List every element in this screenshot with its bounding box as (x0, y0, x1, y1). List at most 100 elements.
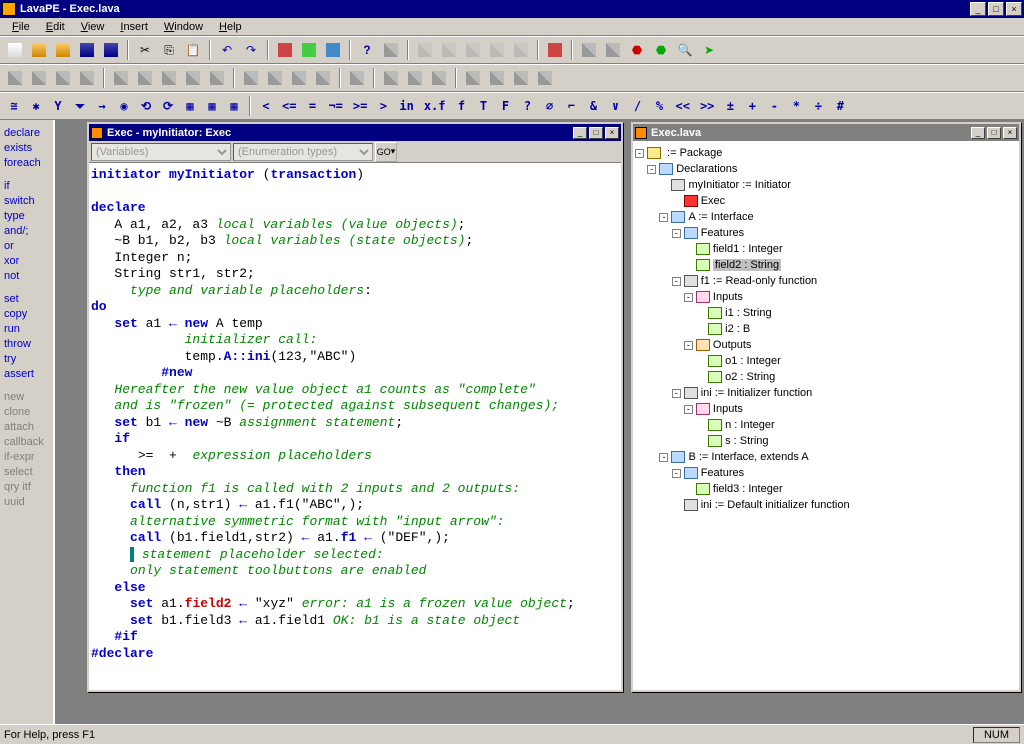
kw-switch[interactable]: switch (4, 194, 49, 209)
code-line[interactable]: #declare (91, 646, 619, 663)
menu-insert[interactable]: Insert (112, 20, 156, 34)
kw-type[interactable]: type (4, 209, 49, 224)
run-icon[interactable]: ➤ (698, 40, 720, 60)
tree-node[interactable]: n : Integer (635, 417, 1017, 433)
maximize-button[interactable]: □ (988, 2, 1004, 16)
expr-5[interactable]: ◉ (114, 96, 134, 116)
editor-body[interactable]: initiator myInitiator (transaction) decl… (89, 163, 621, 690)
code-line[interactable]: set a1.field2 ← "xyz" error: a1 is a fro… (91, 596, 619, 613)
code-line[interactable]: initiator myInitiator (transaction) (91, 167, 619, 184)
expr-7[interactable]: ⟳ (158, 96, 178, 116)
expr-31[interactable]: >> (696, 96, 718, 116)
code-line[interactable]: statement placeholder selected: (91, 547, 619, 564)
tb2-btn-8[interactable] (182, 68, 204, 88)
tree-node[interactable]: i2 : B (635, 321, 1017, 337)
tb-g-icon[interactable] (462, 40, 484, 60)
saveall-icon[interactable] (100, 40, 122, 60)
redo-icon[interactable]: ↷ (240, 40, 262, 60)
kw-or[interactable]: or (4, 239, 49, 254)
tree-node[interactable]: -Features (635, 225, 1017, 241)
kw-if[interactable]: if (4, 179, 49, 194)
code-line[interactable]: set b1 ← new ~B assignment statement; (91, 415, 619, 432)
code-line[interactable]: only statement toolbuttons are enabled (91, 563, 619, 580)
tree-node[interactable]: field1 : Integer (635, 241, 1017, 257)
tree-node[interactable]: -A := Interface (635, 209, 1017, 225)
tb2-btn-19[interactable] (404, 68, 426, 88)
kw-declare[interactable]: declare (4, 126, 49, 141)
tb-a-icon[interactable] (274, 40, 296, 60)
expr-35[interactable]: * (786, 96, 806, 116)
tb2-btn-11[interactable] (240, 68, 262, 88)
expr-0[interactable]: ≅ (4, 96, 24, 116)
tb-k-icon[interactable] (578, 40, 600, 60)
open-icon[interactable] (28, 40, 50, 60)
tree-node[interactable]: - := Package (635, 145, 1017, 161)
code-line[interactable]: ~B b1, b2, b3 local variables (state obj… (91, 233, 619, 250)
tb2-btn-16[interactable] (346, 68, 368, 88)
tree-node[interactable]: -f1 := Read-only function (635, 273, 1017, 289)
tb2-btn-2[interactable] (52, 68, 74, 88)
code-line[interactable]: set a1 ← new A temp (91, 316, 619, 333)
tb2-btn-18[interactable] (380, 68, 402, 88)
expr-25[interactable]: ⌐ (562, 96, 582, 116)
editor-window[interactable]: Exec - myInitiator: Exec _ □ × (Variable… (87, 122, 623, 692)
code-line[interactable]: set b1.field3 ← a1.field1 OK: b1 is a st… (91, 613, 619, 630)
tree-close-button[interactable]: × (1003, 127, 1017, 139)
expr-3[interactable]: ⏷ (70, 96, 90, 116)
editor-max-button[interactable]: □ (589, 127, 603, 139)
kw-set[interactable]: set (4, 292, 49, 307)
tb2-btn-23[interactable] (486, 68, 508, 88)
code-line[interactable]: declare (91, 200, 619, 217)
bug-green-icon[interactable]: ⬣ (650, 40, 672, 60)
tree-node[interactable]: -Features (635, 465, 1017, 481)
code-line[interactable]: Integer n; (91, 250, 619, 267)
tree-min-button[interactable]: _ (971, 127, 985, 139)
tree-node[interactable]: o2 : String (635, 369, 1017, 385)
expr-37[interactable]: # (830, 96, 850, 116)
tb2-btn-9[interactable] (206, 68, 228, 88)
cut-icon[interactable]: ✂ (134, 40, 156, 60)
code-line[interactable]: then (91, 464, 619, 481)
tb-f-icon[interactable] (438, 40, 460, 60)
tree-node[interactable]: field2 : String (635, 257, 1017, 273)
tb2-btn-0[interactable] (4, 68, 26, 88)
menu-window[interactable]: Window (156, 20, 211, 34)
expr-24[interactable]: ∅ (540, 96, 560, 116)
undo-icon[interactable]: ↶ (216, 40, 238, 60)
tb2-btn-20[interactable] (428, 68, 450, 88)
tb-j-icon[interactable] (544, 40, 566, 60)
copy-icon[interactable]: ⎘ (158, 40, 180, 60)
code-line[interactable]: type and variable placeholders: (91, 283, 619, 300)
new-icon[interactable] (4, 40, 26, 60)
tb-i-icon[interactable] (510, 40, 532, 60)
code-line[interactable]: call (n,str1) ← a1.f1("ABC",); (91, 497, 619, 514)
expr-1[interactable]: ✱ (26, 96, 46, 116)
tree-max-button[interactable]: □ (987, 127, 1001, 139)
tree-node[interactable]: s : String (635, 433, 1017, 449)
expr-33[interactable]: + (742, 96, 762, 116)
tb-b-icon[interactable] (298, 40, 320, 60)
expr-8[interactable]: ▦ (180, 96, 200, 116)
expr-21[interactable]: T (474, 96, 494, 116)
menu-file[interactable]: File (4, 20, 38, 34)
kw-throw[interactable]: throw (4, 337, 49, 352)
kw-exists[interactable]: exists (4, 141, 49, 156)
code-line[interactable] (91, 184, 619, 201)
code-line[interactable]: #new (91, 365, 619, 382)
tree-node[interactable]: i1 : String (635, 305, 1017, 321)
expr-4[interactable]: → (92, 96, 112, 116)
minimize-button[interactable]: _ (970, 2, 986, 16)
expr-23[interactable]: ? (518, 96, 538, 116)
save-icon[interactable] (76, 40, 98, 60)
code-line[interactable]: initializer call: (91, 332, 619, 349)
expr-28[interactable]: / (628, 96, 648, 116)
code-line[interactable]: A a1, a2, a3 local variables (value obje… (91, 217, 619, 234)
menu-edit[interactable]: Edit (38, 20, 73, 34)
code-area[interactable]: initiator myInitiator (transaction) decl… (89, 163, 621, 666)
tree-node[interactable]: -Inputs (635, 289, 1017, 305)
kw-xor[interactable]: xor (4, 254, 49, 269)
tree-node[interactable]: field3 : Integer (635, 481, 1017, 497)
editor-min-button[interactable]: _ (573, 127, 587, 139)
editor-close-button[interactable]: × (605, 127, 619, 139)
tb-e-icon[interactable] (414, 40, 436, 60)
